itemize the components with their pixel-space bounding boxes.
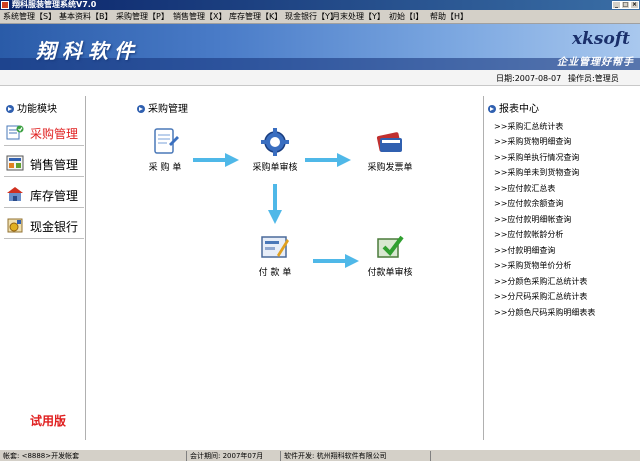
app-icon bbox=[1, 1, 9, 9]
status-bar: 帐套: <8888>开发帐套 会计期间: 2007年07月 软件开发: 杭州翔科… bbox=[0, 449, 640, 461]
module-purchase[interactable]: 采购管理 bbox=[4, 118, 84, 146]
invoice-books-icon bbox=[376, 132, 402, 152]
menu-bar: 系统管理【S】 基本资料【B】 采购管理【P】 销售管理【X】 库存管理【K】 … bbox=[0, 10, 640, 24]
node-payment-label: 付 款 单 bbox=[258, 268, 292, 278]
menu-basic-data[interactable]: 基本资料【B】 bbox=[59, 11, 113, 23]
module-cash-bank-label: 现金银行 bbox=[30, 220, 79, 234]
node-payment-review-label: 付款单审核 bbox=[367, 268, 413, 278]
module-inventory-label: 库存管理 bbox=[30, 189, 79, 203]
menu-cash-bank[interactable]: 现金银行【Y】 bbox=[285, 11, 338, 23]
current-date: 日期:2007-08-07 bbox=[496, 74, 562, 83]
report-link[interactable]: >>分尺码采购汇总统计表 bbox=[494, 291, 587, 302]
arrow-bullet-icon bbox=[488, 105, 496, 113]
arrow-bullet-icon bbox=[137, 105, 145, 113]
app-window: 翔科服装管理系统V7.0 _ □ × 系统管理【S】 基本资料【B】 采购管理【… bbox=[0, 0, 640, 461]
flow-arrow-right-icon bbox=[313, 254, 359, 268]
arrow-bullet-icon bbox=[6, 105, 14, 113]
report-link[interactable]: >>应付款汇总表 bbox=[494, 183, 555, 194]
purchase-order-icon bbox=[154, 128, 179, 154]
status-empty bbox=[430, 451, 640, 461]
module-sales[interactable]: 销售管理 bbox=[4, 149, 84, 177]
close-button[interactable]: × bbox=[630, 1, 639, 9]
menu-month-end[interactable]: 月末处理【Y】 bbox=[332, 11, 385, 23]
logo-text: 翔科软件 bbox=[36, 39, 140, 63]
menu-system[interactable]: 系统管理【S】 bbox=[3, 11, 56, 23]
maximize-button[interactable]: □ bbox=[621, 1, 630, 9]
function-module-header: 功能模块 bbox=[6, 100, 57, 115]
warehouse-icon bbox=[7, 187, 23, 201]
report-link[interactable]: >>采购货物明细查询 bbox=[494, 136, 571, 147]
trial-badge: 试用版 bbox=[30, 414, 67, 428]
node-purchase-invoice-label: 采购发票单 bbox=[367, 163, 413, 173]
flow-arrow-right-icon bbox=[193, 153, 239, 167]
report-link[interactable]: >>采购汇总统计表 bbox=[494, 121, 563, 132]
menu-purchase[interactable]: 采购管理【P】 bbox=[116, 11, 169, 23]
report-center-panel: 报表中心 >>采购汇总统计表 >>采购货物明细查询 >>采购单执行情况查询 >>… bbox=[483, 96, 640, 440]
flow-arrow-down-icon bbox=[268, 184, 282, 224]
node-order-review-label: 采购单审核 bbox=[252, 163, 298, 173]
report-center-header: 报表中心 bbox=[488, 100, 539, 115]
payment-review-icon bbox=[377, 235, 404, 258]
report-link[interactable]: >>采购货物单价分析 bbox=[494, 260, 571, 271]
report-link[interactable]: >>应付款帐龄分析 bbox=[494, 229, 563, 240]
window-title: 翔科服装管理系统V7.0 bbox=[12, 0, 97, 9]
report-link[interactable]: >>应付款明细帐查询 bbox=[494, 214, 571, 225]
menu-inventory[interactable]: 库存管理【K】 bbox=[229, 11, 282, 23]
title-bar: 翔科服装管理系统V7.0 _ □ × bbox=[0, 0, 640, 10]
module-sales-label: 销售管理 bbox=[30, 158, 79, 172]
current-operator: 操作员:管理员 bbox=[568, 74, 619, 83]
sales-icon bbox=[6, 155, 24, 171]
flow-arrow-right-icon bbox=[305, 153, 351, 167]
menu-sales[interactable]: 销售管理【X】 bbox=[173, 11, 226, 23]
function-module-panel: 功能模块 采购管理 销售管理 库存管理 现金银行 试用版 bbox=[0, 96, 86, 440]
menu-help[interactable]: 帮助【H】 bbox=[430, 11, 468, 23]
node-order-review[interactable]: 采购单审核 bbox=[235, 126, 315, 173]
purchase-flow-header: 采购管理 bbox=[137, 100, 188, 115]
report-link[interactable]: >>付款明细查询 bbox=[494, 245, 555, 256]
bank-icon bbox=[7, 218, 23, 233]
report-link[interactable]: >>应付款余额查询 bbox=[494, 198, 563, 209]
status-developer: 软件开发: 杭州翔科软件有限公司 bbox=[280, 451, 430, 461]
module-cash-bank[interactable]: 现金银行 bbox=[4, 211, 84, 239]
purchase-flow-panel: 采购管理 采 购 单 采购单审核 采购发票单 付 款 单 付款单审核 bbox=[135, 96, 483, 440]
payment-form-icon bbox=[261, 236, 289, 258]
report-link[interactable]: >>分颜色采购汇总统计表 bbox=[494, 276, 587, 287]
node-payment[interactable]: 付 款 单 bbox=[235, 231, 315, 278]
report-link[interactable]: >>采购单未到货物查询 bbox=[494, 167, 579, 178]
info-bar: 日期:2007-08-07 操作员:管理员 bbox=[0, 70, 640, 86]
status-period: 会计期间: 2007年07月 bbox=[186, 451, 280, 461]
module-inventory[interactable]: 库存管理 bbox=[4, 180, 84, 208]
gear-review-icon bbox=[261, 128, 289, 156]
node-payment-review[interactable]: 付款单审核 bbox=[350, 231, 430, 278]
minimize-button[interactable]: _ bbox=[612, 1, 621, 9]
banner: 翔科软件 xksoft 企业管理好帮手 bbox=[0, 24, 640, 70]
brand-slogan: 企业管理好帮手 bbox=[557, 57, 634, 68]
report-link[interactable]: >>分颜色尺码采购明细表表 bbox=[494, 307, 595, 318]
purchase-icon bbox=[6, 125, 24, 140]
menu-initial[interactable]: 初始【I】 bbox=[389, 11, 423, 23]
report-link[interactable]: >>采购单执行情况查询 bbox=[494, 152, 579, 163]
module-purchase-label: 采购管理 bbox=[30, 127, 79, 141]
brand-name: xksoft bbox=[572, 29, 630, 49]
status-account: 帐套: <8888>开发帐套 bbox=[3, 452, 80, 460]
node-purchase-invoice[interactable]: 采购发票单 bbox=[350, 126, 430, 173]
